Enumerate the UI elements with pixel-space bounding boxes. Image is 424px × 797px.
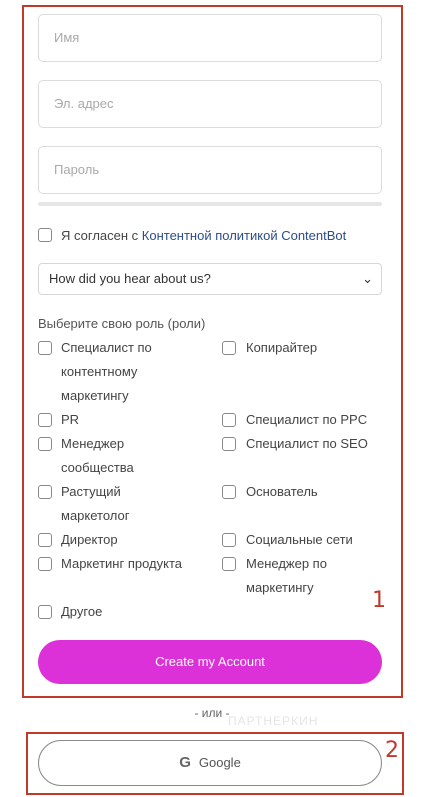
name-field[interactable] — [38, 14, 382, 62]
role-checkbox-copywriter[interactable] — [222, 341, 236, 355]
role-checkbox-social-media[interactable] — [222, 533, 236, 547]
role-label-product-marketing: Маркетинг продукта — [61, 556, 182, 571]
password-strength-bar — [38, 202, 382, 206]
google-signin-button[interactable]: G Google — [38, 740, 382, 786]
content-policy-link[interactable]: Контентной политикой ContentBot — [142, 228, 346, 243]
role-checkbox-product-marketing[interactable] — [38, 557, 52, 571]
role-checkbox-growth-marketer[interactable] — [38, 485, 52, 499]
role-label-director: Директор — [61, 532, 118, 547]
role-checkbox-seo[interactable] — [222, 437, 236, 451]
role-checkbox-ppc[interactable] — [222, 413, 236, 427]
password-field[interactable] — [38, 146, 382, 194]
google-label: Google — [198, 755, 241, 770]
agree-checkbox[interactable] — [38, 228, 52, 242]
role-checkbox-director[interactable] — [38, 533, 52, 547]
role-label-other: Другое — [61, 604, 103, 619]
or-divider: - или - — [194, 706, 230, 720]
role-label-ppc: Специалист по PPC — [246, 412, 368, 427]
role-label-marketing-manager: Менеджер по маркетингу — [246, 556, 327, 595]
role-label-copywriter: Копирайтер — [246, 340, 318, 355]
role-label-community-manager: Менеджер сообщества — [61, 436, 134, 475]
annotation-number-2: 2 — [385, 738, 399, 763]
role-checkbox-pr[interactable] — [38, 413, 52, 427]
role-label-seo: Специалист по SEO — [246, 436, 368, 451]
referral-source-value: How did you hear about us? — [49, 271, 211, 286]
role-label-pr: PR — [61, 412, 80, 427]
password-input[interactable] — [52, 161, 372, 178]
role-checkbox-community-manager[interactable] — [38, 437, 52, 451]
role-checkbox-founder[interactable] — [222, 485, 236, 499]
role-label-social-media: Социальные сети — [246, 532, 353, 547]
watermark-logo: ПАРТНЕРКИН — [228, 714, 319, 728]
agree-prefix: Я согласен с — [61, 228, 142, 243]
role-checkbox-content-marketing[interactable] — [38, 341, 52, 355]
create-account-button[interactable]: Create my Account — [38, 640, 382, 684]
email-field[interactable] — [38, 80, 382, 128]
email-input[interactable] — [52, 95, 372, 112]
referral-source-select[interactable]: How did you hear about us? ⌄ — [38, 263, 382, 295]
role-label-content-marketing: Специалист по контентному маркетингу — [61, 340, 152, 403]
roles-title: Выберите свою роль (роли) — [38, 316, 206, 331]
role-checkbox-marketing-manager[interactable] — [222, 557, 236, 571]
role-label-founder: Основатель — [246, 484, 318, 499]
annotation-number-1: 1 — [372, 588, 386, 613]
google-icon: G — [179, 754, 191, 771]
role-checkbox-other[interactable] — [38, 605, 52, 619]
chevron-down-icon: ⌄ — [362, 271, 373, 286]
agree-label: Я согласен с Контентной политикой Conten… — [61, 224, 346, 248]
role-label-growth-marketer: Растущий маркетолог — [61, 484, 130, 523]
name-input[interactable] — [52, 29, 372, 46]
